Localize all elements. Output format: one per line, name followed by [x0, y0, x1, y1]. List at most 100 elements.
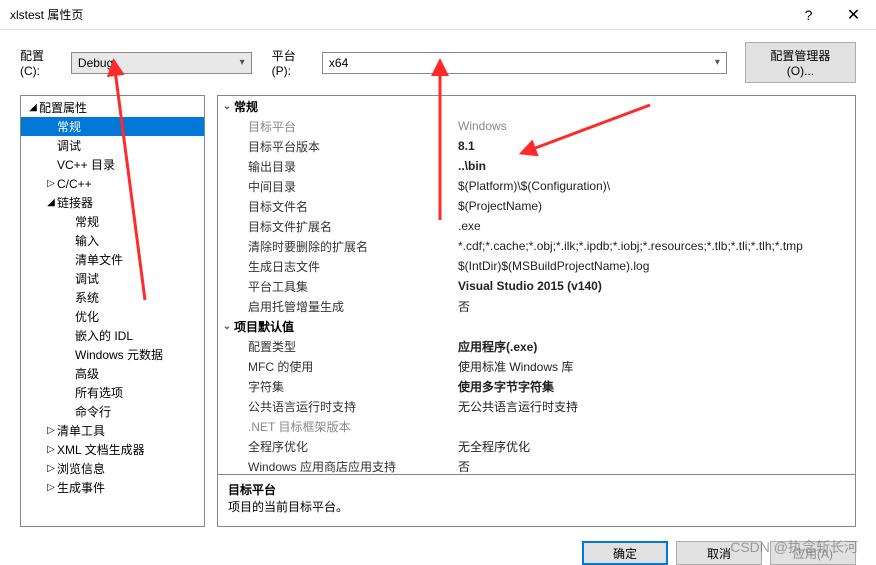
tree-item-label: 系统	[75, 289, 99, 306]
collapse-icon[interactable]: ⌄	[220, 321, 234, 332]
property-key: Windows 应用商店应用支持	[218, 458, 458, 475]
tree-item-label: C/C++	[57, 177, 92, 191]
property-key: 目标文件名	[218, 198, 458, 215]
tree-item-label: 高级	[75, 365, 99, 382]
property-row[interactable]: 目标文件扩展名.exe	[218, 216, 855, 236]
tree-item[interactable]: 常规	[21, 117, 204, 136]
tree-item-label: 所有选项	[75, 384, 123, 401]
tree-item[interactable]: 命令行	[21, 402, 204, 421]
tree-item[interactable]: 调试	[21, 269, 204, 288]
expand-open-icon[interactable]: ◢	[45, 197, 57, 208]
property-row[interactable]: Windows 应用商店应用支持否	[218, 456, 855, 475]
property-value[interactable]: ..\bin	[458, 159, 855, 173]
tree-item[interactable]: 高级	[21, 364, 204, 383]
property-value[interactable]: 8.1	[458, 139, 855, 153]
property-row[interactable]: 目标文件名$(ProjectName)	[218, 196, 855, 216]
property-key: MFC 的使用	[218, 358, 458, 375]
property-value[interactable]: *.cdf;*.cache;*.obj;*.ilk;*.ipdb;*.iobj;…	[458, 239, 855, 253]
property-key: 启用托管增量生成	[218, 298, 458, 315]
apply-button[interactable]: 应用(A)	[770, 541, 856, 565]
property-value[interactable]: 无全程序优化	[458, 438, 855, 455]
platform-value: x64	[329, 56, 348, 70]
tree-item[interactable]: 常规	[21, 212, 204, 231]
property-row[interactable]: 目标平台版本8.1	[218, 136, 855, 156]
tree-item-label: 输入	[75, 232, 99, 249]
tree-item[interactable]: ▷清单工具	[21, 421, 204, 440]
property-value[interactable]: 否	[458, 458, 855, 475]
tree-item[interactable]: 优化	[21, 307, 204, 326]
property-value[interactable]: $(Platform)\$(Configuration)\	[458, 179, 855, 193]
cancel-button[interactable]: 取消	[676, 541, 762, 565]
config-dropdown[interactable]: Debug ▾	[71, 52, 252, 74]
property-grid[interactable]: ⌄常规目标平台Windows目标平台版本8.1输出目录..\bin中间目录$(P…	[217, 95, 856, 475]
property-value[interactable]: Visual Studio 2015 (v140)	[458, 279, 855, 293]
property-row[interactable]: 目标平台Windows	[218, 116, 855, 136]
property-row[interactable]: 字符集使用多字节字符集	[218, 376, 855, 396]
property-row[interactable]: 配置类型应用程序(.exe)	[218, 336, 855, 356]
config-bar: 配置(C): Debug ▾ 平台(P): x64 ▾ 配置管理器(O)...	[0, 30, 876, 95]
tree-item[interactable]: ▷C/C++	[21, 174, 204, 193]
property-key: 字符集	[218, 378, 458, 395]
desc-title: 目标平台	[228, 481, 845, 498]
expand-closed-icon[interactable]: ▷	[45, 425, 57, 436]
property-row[interactable]: MFC 的使用使用标准 Windows 库	[218, 356, 855, 376]
close-icon[interactable]: ✕	[831, 0, 876, 29]
property-value[interactable]: 否	[458, 298, 855, 315]
property-value[interactable]: 使用多字节字符集	[458, 378, 855, 395]
property-key: ⌄常规	[217, 98, 450, 115]
tree-item[interactable]: ▷XML 文档生成器	[21, 440, 204, 459]
property-value[interactable]: 使用标准 Windows 库	[458, 358, 855, 375]
property-row[interactable]: 中间目录$(Platform)\$(Configuration)\	[218, 176, 855, 196]
config-value: Debug	[78, 56, 113, 70]
tree-item[interactable]: ▷浏览信息	[21, 459, 204, 478]
property-row[interactable]: 输出目录..\bin	[218, 156, 855, 176]
property-row[interactable]: ⌄项目默认值	[218, 316, 855, 336]
expand-closed-icon[interactable]: ▷	[45, 482, 57, 493]
tree-item[interactable]: 系统	[21, 288, 204, 307]
expand-closed-icon[interactable]: ▷	[45, 444, 57, 455]
property-row[interactable]: 平台工具集Visual Studio 2015 (v140)	[218, 276, 855, 296]
property-key: 生成日志文件	[218, 258, 458, 275]
property-row[interactable]: .NET 目标框架版本	[218, 416, 855, 436]
property-row[interactable]: 清除时要删除的扩展名*.cdf;*.cache;*.obj;*.ilk;*.ip…	[218, 236, 855, 256]
property-value[interactable]: .exe	[458, 219, 855, 233]
collapse-icon[interactable]: ⌄	[220, 101, 234, 112]
tree-item[interactable]: 调试	[21, 136, 204, 155]
expand-open-icon[interactable]: ◢	[27, 102, 39, 113]
tree-item[interactable]: Windows 元数据	[21, 345, 204, 364]
tree-item-label: 命令行	[75, 403, 111, 420]
property-value[interactable]: Windows	[458, 119, 855, 133]
property-row[interactable]: 公共语言运行时支持无公共语言运行时支持	[218, 396, 855, 416]
tree-item[interactable]: ▷生成事件	[21, 478, 204, 497]
tree-item-label: 清单工具	[57, 422, 105, 439]
property-value[interactable]: 无公共语言运行时支持	[458, 398, 855, 415]
tree-item[interactable]: 输入	[21, 231, 204, 250]
property-value[interactable]: $(IntDir)$(MSBuildProjectName).log	[458, 259, 855, 273]
expand-closed-icon[interactable]: ▷	[45, 178, 57, 189]
ok-button[interactable]: 确定	[582, 541, 668, 565]
section-label: 项目默认值	[234, 318, 294, 335]
config-manager-button[interactable]: 配置管理器(O)...	[745, 42, 856, 83]
property-value[interactable]: 应用程序(.exe)	[458, 338, 855, 355]
titlebar: xlstest 属性页 ? ✕	[0, 0, 876, 30]
property-row[interactable]: 启用托管增量生成否	[218, 296, 855, 316]
tree-item[interactable]: 嵌入的 IDL	[21, 326, 204, 345]
help-icon[interactable]: ?	[786, 0, 831, 29]
tree-item[interactable]: 所有选项	[21, 383, 204, 402]
tree-item-label: 常规	[75, 213, 99, 230]
platform-dropdown[interactable]: x64 ▾	[322, 52, 727, 74]
property-key: 公共语言运行时支持	[218, 398, 458, 415]
tree-panel[interactable]: ◢配置属性常规调试VC++ 目录▷C/C++◢链接器常规输入清单文件调试系统优化…	[20, 95, 205, 527]
tree-item-label: 优化	[75, 308, 99, 325]
tree-item[interactable]: ◢链接器	[21, 193, 204, 212]
property-row[interactable]: 生成日志文件$(IntDir)$(MSBuildProjectName).log	[218, 256, 855, 276]
property-value[interactable]: $(ProjectName)	[458, 199, 855, 213]
expand-closed-icon[interactable]: ▷	[45, 463, 57, 474]
config-label: 配置(C):	[20, 47, 63, 78]
tree-item[interactable]: ◢配置属性	[21, 98, 204, 117]
tree-item-label: 调试	[75, 270, 99, 287]
tree-item[interactable]: VC++ 目录	[21, 155, 204, 174]
tree-item[interactable]: 清单文件	[21, 250, 204, 269]
property-row[interactable]: ⌄常规	[218, 96, 855, 116]
property-row[interactable]: 全程序优化无全程序优化	[218, 436, 855, 456]
